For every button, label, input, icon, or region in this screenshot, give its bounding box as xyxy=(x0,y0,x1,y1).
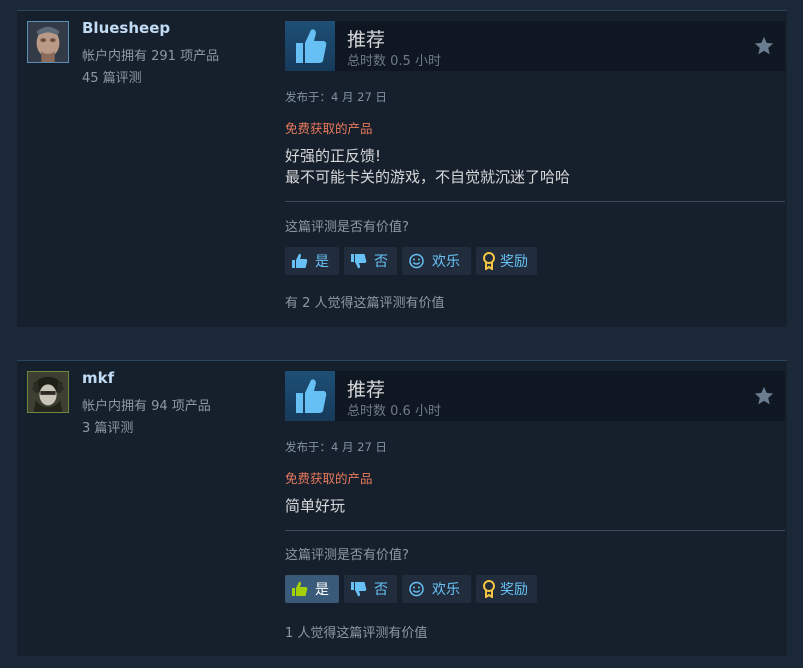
posted-date: 发布于：4 月 27 日 xyxy=(285,90,387,104)
divider xyxy=(285,201,785,202)
award-ribbon-icon xyxy=(483,252,495,270)
vote-no-label: 否 xyxy=(374,254,388,270)
vote-yes-label: 是 xyxy=(315,582,329,598)
vote-yes-button[interactable]: 是 xyxy=(285,247,339,275)
author-products-owned[interactable]: 帐户内拥有 94 项产品 xyxy=(82,395,211,414)
avatar-portrait-icon xyxy=(28,22,68,62)
vote-funny-button[interactable]: 欢乐 xyxy=(402,575,471,603)
free-product-label: 免费获取的产品 xyxy=(285,121,373,136)
helpful-count: 有 2 人觉得这篇评测有价值 xyxy=(285,296,445,311)
vote-no-button[interactable]: 否 xyxy=(344,575,397,603)
author-name[interactable]: Bluesheep xyxy=(82,19,170,37)
posted-date: 发布于：4 月 27 日 xyxy=(285,440,387,454)
award-button[interactable]: 奖励 xyxy=(476,575,537,603)
author-reviews-count[interactable]: 3 篇评测 xyxy=(82,417,133,436)
review-body: 好强的正反馈! 最不可能卡关的游戏，不自觉就沉迷了哈哈 xyxy=(285,146,570,188)
vote-funny-label: 欢乐 xyxy=(432,254,460,270)
playtime-hours: 总时数 0.5 小时 xyxy=(347,54,441,69)
vote-header[interactable]: 推荐 总时数 0.6 小时 xyxy=(285,371,785,421)
review-content: 推荐 总时数 0.5 小时 发布于：4 月 27 日 免费获取的产品 好强的正反… xyxy=(285,11,785,327)
star-icon[interactable] xyxy=(753,35,775,57)
playtime-hours: 总时数 0.6 小时 xyxy=(347,404,441,419)
vote-funny-button[interactable]: 欢乐 xyxy=(402,247,471,275)
review-card: Bluesheep 帐户内拥有 291 项产品 45 篇评测 推荐 总时数 0.… xyxy=(17,10,787,327)
thumbs-down-icon xyxy=(351,254,367,269)
thumbs-up-icon xyxy=(285,21,335,71)
author-reviews-count[interactable]: 45 篇评测 xyxy=(82,67,142,86)
award-label: 奖励 xyxy=(500,582,528,598)
review-body: 简单好玩 xyxy=(285,496,345,517)
free-product-label: 免费获取的产品 xyxy=(285,471,373,486)
vote-yes-label: 是 xyxy=(315,254,329,270)
helpful-question: 这篇评测是否有价值? xyxy=(285,220,409,235)
author-avatar[interactable] xyxy=(27,371,69,413)
star-icon[interactable] xyxy=(753,385,775,407)
thumbs-up-icon xyxy=(292,253,308,268)
vote-funny-label: 欢乐 xyxy=(432,582,460,598)
vote-yes-button[interactable]: 是 xyxy=(285,575,339,603)
vote-header[interactable]: 推荐 总时数 0.5 小时 xyxy=(285,21,785,71)
divider xyxy=(285,530,785,531)
vote-title: 推荐 xyxy=(347,379,386,401)
award-label: 奖励 xyxy=(500,254,528,270)
author-avatar[interactable] xyxy=(27,21,69,63)
vote-no-label: 否 xyxy=(374,582,388,598)
review-content: 推荐 总时数 0.6 小时 发布于：4 月 27 日 免费获取的产品 简单好玩 … xyxy=(285,361,785,656)
review-body-line: 最不可能卡关的游戏，不自觉就沉迷了哈哈 xyxy=(285,168,571,186)
author-products-owned[interactable]: 帐户内拥有 291 项产品 xyxy=(82,45,219,64)
vote-title: 推荐 xyxy=(347,29,386,51)
smiley-icon xyxy=(409,253,424,269)
author-name[interactable]: mkf xyxy=(82,369,114,387)
thumbs-up-icon xyxy=(292,581,308,596)
thumbs-up-icon xyxy=(285,371,335,421)
vote-no-button[interactable]: 否 xyxy=(344,247,397,275)
review-body-line: 简单好玩 xyxy=(285,497,346,515)
review-body-line: 好强的正反馈! xyxy=(285,147,382,165)
helpful-question: 这篇评测是否有价值? xyxy=(285,548,409,563)
review-card: mkf 帐户内拥有 94 项产品 3 篇评测 推荐 总时数 0.6 小时 发布于… xyxy=(17,360,787,656)
smiley-icon xyxy=(409,581,424,597)
helpful-count: 1 人觉得这篇评测有价值 xyxy=(285,626,428,641)
award-button[interactable]: 奖励 xyxy=(476,247,537,275)
award-ribbon-icon xyxy=(483,580,495,598)
thumbs-down-icon xyxy=(351,582,367,597)
avatar-dark-knight-icon xyxy=(28,372,68,412)
